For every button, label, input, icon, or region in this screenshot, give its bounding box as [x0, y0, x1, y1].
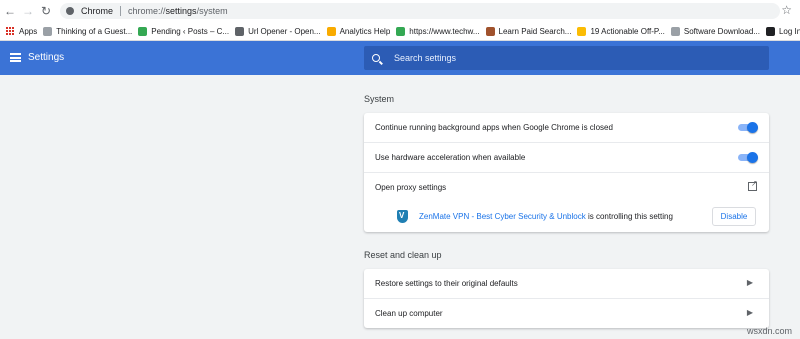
forward-arrow-icon[interactable]: →	[20, 3, 36, 19]
search-input[interactable]	[392, 52, 756, 64]
search-settings-box[interactable]	[364, 46, 769, 70]
favicon-icon	[670, 26, 680, 36]
bookmark-item[interactable]: Analytics Help	[326, 26, 391, 36]
bookmark-item[interactable]: Pending ‹ Posts – C...	[138, 26, 230, 36]
system-section-title: System	[364, 94, 395, 104]
toggle-knob	[747, 152, 758, 163]
bookmark-label: Pending ‹ Posts – C...	[151, 26, 230, 36]
bookmark-item[interactable]: Software Download...	[670, 26, 760, 36]
background-apps-toggle[interactable]	[738, 122, 758, 133]
chevron-right-icon: ▶	[746, 308, 753, 317]
proxy-settings-label: Open proxy settings	[375, 183, 447, 192]
bookmark-label: Thinking of a Guest...	[56, 26, 133, 36]
url-prefix: chrome://	[128, 6, 166, 16]
bookmark-item[interactable]: Log In ‹ Te	[765, 26, 800, 36]
restore-defaults-row[interactable]: Restore settings to their original defau…	[364, 269, 769, 298]
extension-suffix: is controlling this setting	[585, 212, 673, 221]
back-arrow-icon[interactable]: ←	[2, 3, 18, 19]
extension-control-row: ZenMate VPN - Best Cyber Security & Unbl…	[364, 202, 769, 232]
bookmark-item[interactable]: Url Opener - Open...	[235, 26, 321, 36]
bookmark-label: Learn Paid Search...	[498, 26, 572, 36]
bookmark-item[interactable]: 19 Actionable Off-P...	[577, 26, 665, 36]
favicon-icon	[43, 26, 53, 36]
open-in-new-icon[interactable]	[748, 179, 758, 191]
extension-control-text: ZenMate VPN - Best Cyber Security & Unbl…	[419, 212, 673, 221]
bookmark-label: Apps	[19, 26, 38, 36]
apps-grid-icon	[6, 26, 15, 36]
url-host: settings	[165, 6, 197, 16]
search-icon	[372, 54, 380, 62]
omnibox-separator	[120, 6, 122, 16]
chevron-right-icon: ▶	[746, 278, 753, 287]
omnibox-url[interactable]: chrome://settings/system	[128, 6, 228, 16]
hardware-acceleration-label: Use hardware acceleration when available	[375, 153, 526, 162]
favicon-icon	[326, 26, 336, 36]
url-suffix: /system	[196, 6, 228, 16]
favicon-icon	[235, 26, 245, 36]
reset-section-title: Reset and clean up	[364, 250, 442, 260]
watermark: wsxdn.com	[746, 326, 792, 336]
system-card: Continue running background apps when Go…	[364, 113, 769, 232]
extension-link[interactable]: ZenMate VPN - Best Cyber Security & Unbl…	[419, 212, 586, 221]
bookmark-star-icon[interactable]: ☆	[781, 3, 792, 17]
favicon-icon	[138, 26, 148, 36]
bookmark-item[interactable]: Apps	[6, 26, 38, 36]
bookmarks-bar: Apps Thinking of a Guest... Pending ‹ Post…	[0, 22, 800, 41]
page-title: Settings	[28, 52, 65, 63]
bookmark-label: Analytics Help	[339, 26, 391, 36]
bookmark-label: Url Opener - Open...	[248, 26, 321, 36]
favicon-icon	[765, 26, 775, 36]
bookmark-label: 19 Actionable Off-P...	[590, 26, 665, 36]
bookmark-item[interactable]: https://www.techw...	[396, 26, 480, 36]
hamburger-menu-icon[interactable]	[10, 53, 21, 62]
address-bar-row: ← → ↻ Chrome chrome://settings/system ☆	[0, 0, 800, 22]
reload-icon[interactable]: ↻	[38, 3, 54, 19]
omnibox[interactable]: Chrome chrome://settings/system	[60, 3, 780, 19]
bookmark-label: Log In ‹ Te	[778, 26, 800, 36]
reset-card: Restore settings to their original defau…	[364, 269, 769, 328]
bookmark-label: https://www.techw...	[409, 26, 480, 36]
bookmark-item[interactable]: Learn Paid Search...	[485, 26, 572, 36]
bookmark-item[interactable]: Thinking of a Guest...	[43, 26, 133, 36]
chrome-site-icon[interactable]	[66, 7, 74, 15]
hardware-acceleration-row[interactable]: Use hardware acceleration when available	[364, 142, 769, 172]
restore-defaults-label: Restore settings to their original defau…	[375, 279, 518, 288]
proxy-settings-row[interactable]: Open proxy settings	[364, 172, 769, 202]
favicon-icon	[485, 26, 495, 36]
toggle-knob	[747, 122, 758, 133]
omnibox-site-label: Chrome	[81, 6, 114, 16]
favicon-icon	[396, 26, 406, 36]
clean-up-computer-row[interactable]: Clean up computer ▶	[364, 298, 769, 328]
disable-extension-button[interactable]: Disable	[712, 207, 756, 226]
clean-up-computer-label: Clean up computer	[375, 309, 443, 318]
favicon-icon	[577, 26, 587, 36]
bookmark-label: Software Download...	[683, 26, 760, 36]
zenmate-shield-icon	[397, 210, 408, 223]
background-apps-label: Continue running background apps when Go…	[375, 123, 613, 132]
hardware-acceleration-toggle[interactable]	[738, 152, 758, 163]
background-apps-row[interactable]: Continue running background apps when Go…	[364, 113, 769, 142]
